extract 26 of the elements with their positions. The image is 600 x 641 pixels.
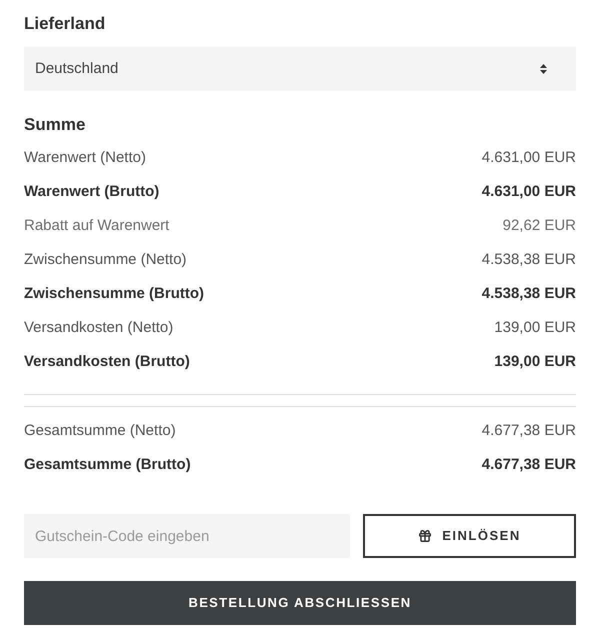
- summary-amount: 139,00 EUR: [494, 352, 576, 372]
- summary-amount: 4.677,38 EUR: [482, 420, 576, 441]
- gift-icon: [418, 529, 432, 543]
- summary-label: Rabatt auf Warenwert: [24, 216, 170, 236]
- summary-label: Warenwert (Brutto): [24, 182, 160, 202]
- voucher-code-field[interactable]: Gutschein-Code eingeben: [24, 514, 350, 558]
- summary-label: Versandkosten (Netto): [24, 318, 174, 338]
- section-heading: Summe: [24, 115, 86, 135]
- summary-amount: 4.538,38 EUR: [482, 250, 576, 270]
- summary-amount: 4.538,38 EUR: [482, 284, 576, 304]
- summary-label: Zwischensumme (Brutto): [24, 284, 204, 304]
- section-heading: Lieferland: [24, 14, 106, 34]
- summary-amount: 4.631,00 EUR: [482, 148, 576, 168]
- summary-label: Gesamtsumme (Netto): [24, 420, 176, 441]
- summary-label: Versandkosten (Brutto): [24, 352, 190, 372]
- checkout-button[interactable]: BESTELLUNG ABSCHLIESSEN: [24, 581, 576, 625]
- summary-amount: 92,62 EUR: [502, 216, 576, 236]
- summary-amount: 4.677,38 EUR: [482, 454, 576, 475]
- sort-arrows-icon: [540, 64, 547, 74]
- summary-amount: 139,00 EUR: [494, 318, 576, 338]
- redeem-button[interactable]: EINLÖSEN: [363, 514, 576, 558]
- summary-amount: 4.631,00 EUR: [482, 182, 576, 202]
- country-select[interactable]: Deutschland: [24, 47, 576, 91]
- summary-label: Warenwert (Netto): [24, 148, 146, 168]
- summary-label: Zwischensumme (Netto): [24, 250, 187, 270]
- summary-label: Gesamtsumme (Brutto): [24, 454, 191, 475]
